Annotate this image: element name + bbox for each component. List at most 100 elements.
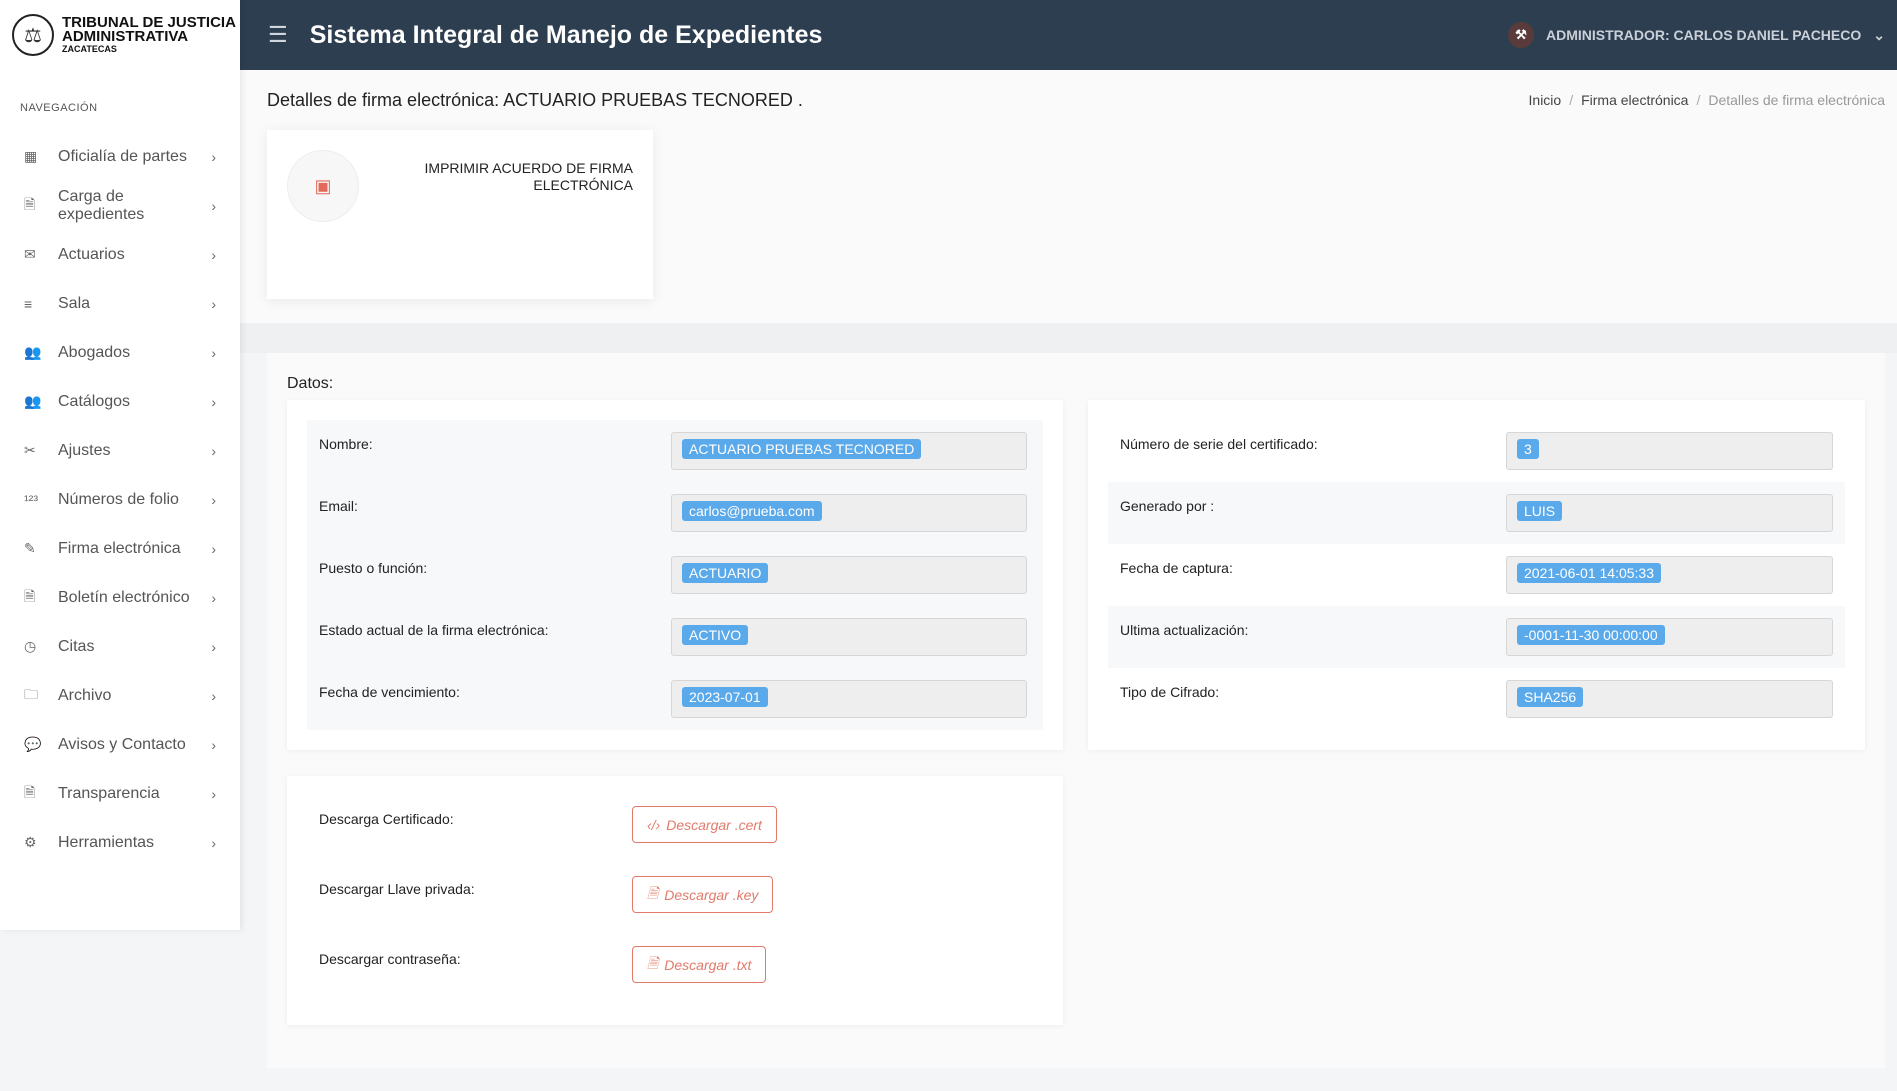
data-row: Puesto o función: ACTUARIO [307,544,1043,606]
download-button[interactable]: 🗎 Descargar .key [632,876,774,913]
chevron-right-icon: › [211,785,216,802]
field-label: Estado actual de la firma electrónica: [319,622,549,638]
download-button-label: Descargar .cert [666,816,762,833]
data-row: Fecha de vencimiento: 2023-07-01 [307,668,1043,730]
value-badge: ACTUARIO PRUEBAS TECNORED [682,439,922,459]
topbar: ☰ Sistema Integral de Manejo de Expedien… [240,0,1897,70]
download-label: Descargar contraseña: [319,951,461,967]
data-row: Generado por : LUIS [1108,482,1845,544]
field-value: ACTUARIO [671,556,1027,594]
field-label: Fecha de captura: [1120,560,1233,576]
chevron-right-icon: › [211,246,216,263]
sidebar-item[interactable]: 👥 Abogados › [0,328,240,377]
tools-icon: ✂ [24,442,36,458]
field-value: 2023-07-01 [671,680,1027,718]
data-row: Estado actual de la firma electrónica: AC… [307,606,1043,668]
sidebar-item[interactable]: 🗎 Boletín electrónico › [0,573,240,622]
breadcrumb: Inicio / Firma electrónica / Detalles de fir… [1528,92,1885,108]
sidebar-item-label: Abogados [58,343,131,361]
chevron-right-icon: › [211,197,216,214]
sidebar-item[interactable]: ✉ Actuarios › [0,230,240,279]
sidebar-item[interactable]: ◷ Citas › [0,622,240,671]
pdf-file-icon: 🗎 [647,954,659,971]
sidebar-item[interactable]: ≡ Sala › [0,279,240,328]
sidebar-item-label: Oficialía de partes [58,147,187,165]
pdf-file-icon: 🗎 [647,884,659,901]
sidebar-item-label: Ajustes [58,441,111,459]
download-label: Descarga Certificado: [319,811,454,827]
field-value: 2021-06-01 14:05:33 [1506,556,1833,594]
chevron-right-icon: › [211,687,216,704]
clock-icon: ◷ [24,638,37,654]
left-panel: Nombre: ACTUARIO PRUEBAS TECNORED Email: ca… [287,400,1063,750]
logo-line2: ADMINISTRATIVA [62,28,189,45]
field-label: Fecha de vencimiento: [319,684,460,700]
code-icon: ‹/› [647,816,661,833]
data-row: Tipo de Cifrado: SHA256 [1108,668,1845,730]
data-row: Fecha de captura: 2021-06-01 14:05:33 [1108,544,1845,606]
group-icon: 👥 [24,393,42,409]
pdf-icon: ▣ [287,150,359,222]
sidebar-item[interactable]: 🗎 Carga de expedientes › [0,181,240,230]
value-badge: -0001-11-30 00:00:00 [1517,625,1665,645]
field-value: carlos@prueba.com [671,494,1027,532]
data-row: Número de serie del certificado: 3 [1108,420,1845,482]
sidebar-item[interactable]: 🗀 Archivo › [0,671,240,720]
sidebar-item[interactable]: ✎ Firma electrónica › [0,524,240,573]
print-agreement-label: IMPRIMIR ACUERDO DE FIRMA ELECTRÓNICA [424,160,633,193]
logo[interactable]: ⚖ TRIBUNAL DE JUSTICIA ADMINISTRATIVA ZACA… [0,0,240,70]
print-agreement-card[interactable]: ▣ IMPRIMIR ACUERDO DE FIRMA ELECTRÓNICA [267,130,653,299]
field-label: Email: [319,498,358,514]
sidebar-item[interactable]: ⚙ Herramientas › [0,818,240,867]
downloads-panel: Descarga Certificado: ‹/› Descargar .cert D… [287,776,1063,1025]
chevron-right-icon: › [211,393,216,410]
download-button[interactable]: 🗎 Descargar .txt [632,946,767,983]
sidebar-item[interactable]: ✂ Ajustes › [0,426,240,475]
field-value: -0001-11-30 00:00:00 [1506,618,1833,656]
chat-icon: 💬 [24,736,42,752]
download-button-label: Descargar .key [664,886,759,903]
field-label: Puesto o función: [319,560,428,576]
field-label: Nombre: [319,436,373,452]
value-badge: SHA256 [1517,687,1584,707]
field-value: SHA256 [1506,680,1833,718]
chevron-right-icon: › [211,834,216,851]
breadcrumb-firma[interactable]: Firma electrónica [1581,92,1688,108]
breadcrumb-current: Detalles de firma electrónica [1708,92,1885,108]
datos-title: Datos: [287,375,334,392]
mail-icon: ✉ [24,246,36,262]
download-button-label: Descargar .txt [664,956,752,973]
value-badge: ACTIVO [682,625,749,645]
field-label: Generado por : [1120,498,1215,514]
chevron-right-icon: › [211,148,216,165]
download-label: Descargar Llave privada: [319,881,475,897]
sidebar-item[interactable]: ▦ Oficialía de partes › [0,132,240,181]
sidebar-item-label: Sala [58,294,91,312]
sidebar-item-label: Actuarios [58,245,125,263]
field-label: Tipo de Cifrado: [1120,684,1220,700]
document-icon: 🗎 [24,587,36,604]
sidebar-item[interactable]: 👥 Catálogos › [0,377,240,426]
chevron-right-icon: › [211,295,216,312]
page-title: Detalles de firma electrónica: ACTUARIO … [267,90,803,110]
value-badge: LUIS [1517,501,1563,521]
chevron-right-icon: › [211,344,216,361]
sidebar-item[interactable]: ¹²³ Números de folio › [0,475,240,524]
user-name: ADMINISTRADOR: CARLOS DANIEL PACHECO [1546,27,1862,43]
data-row: Ultima actualización: -0001-11-30 00:00:0… [1108,606,1845,668]
value-badge: carlos@prueba.com [682,501,822,521]
user-menu[interactable]: ⚒ ADMINISTRADOR: CARLOS DANIEL PACHECO ⌄ [1508,22,1885,48]
sidebar-item[interactable]: 💬 Avisos y Contacto › [0,720,240,769]
chevron-right-icon: › [211,589,216,606]
field-value: 3 [1506,432,1833,470]
menu-icon[interactable]: ☰ [268,22,288,48]
numbers-icon: ¹²³ [24,491,38,508]
sidebar-item-label: Boletín electrónico [58,588,190,606]
download-button[interactable]: ‹/› Descargar .cert [632,806,777,843]
sidebar-item[interactable]: 🗎 Transparencia › [0,769,240,818]
breadcrumb-inicio[interactable]: Inicio [1529,92,1562,108]
sidebar-item-label: Archivo [58,686,112,704]
field-label: Ultima actualización: [1120,622,1249,638]
value-badge: ACTUARIO [682,563,769,583]
value-badge: 2021-06-01 14:05:33 [1517,563,1661,583]
